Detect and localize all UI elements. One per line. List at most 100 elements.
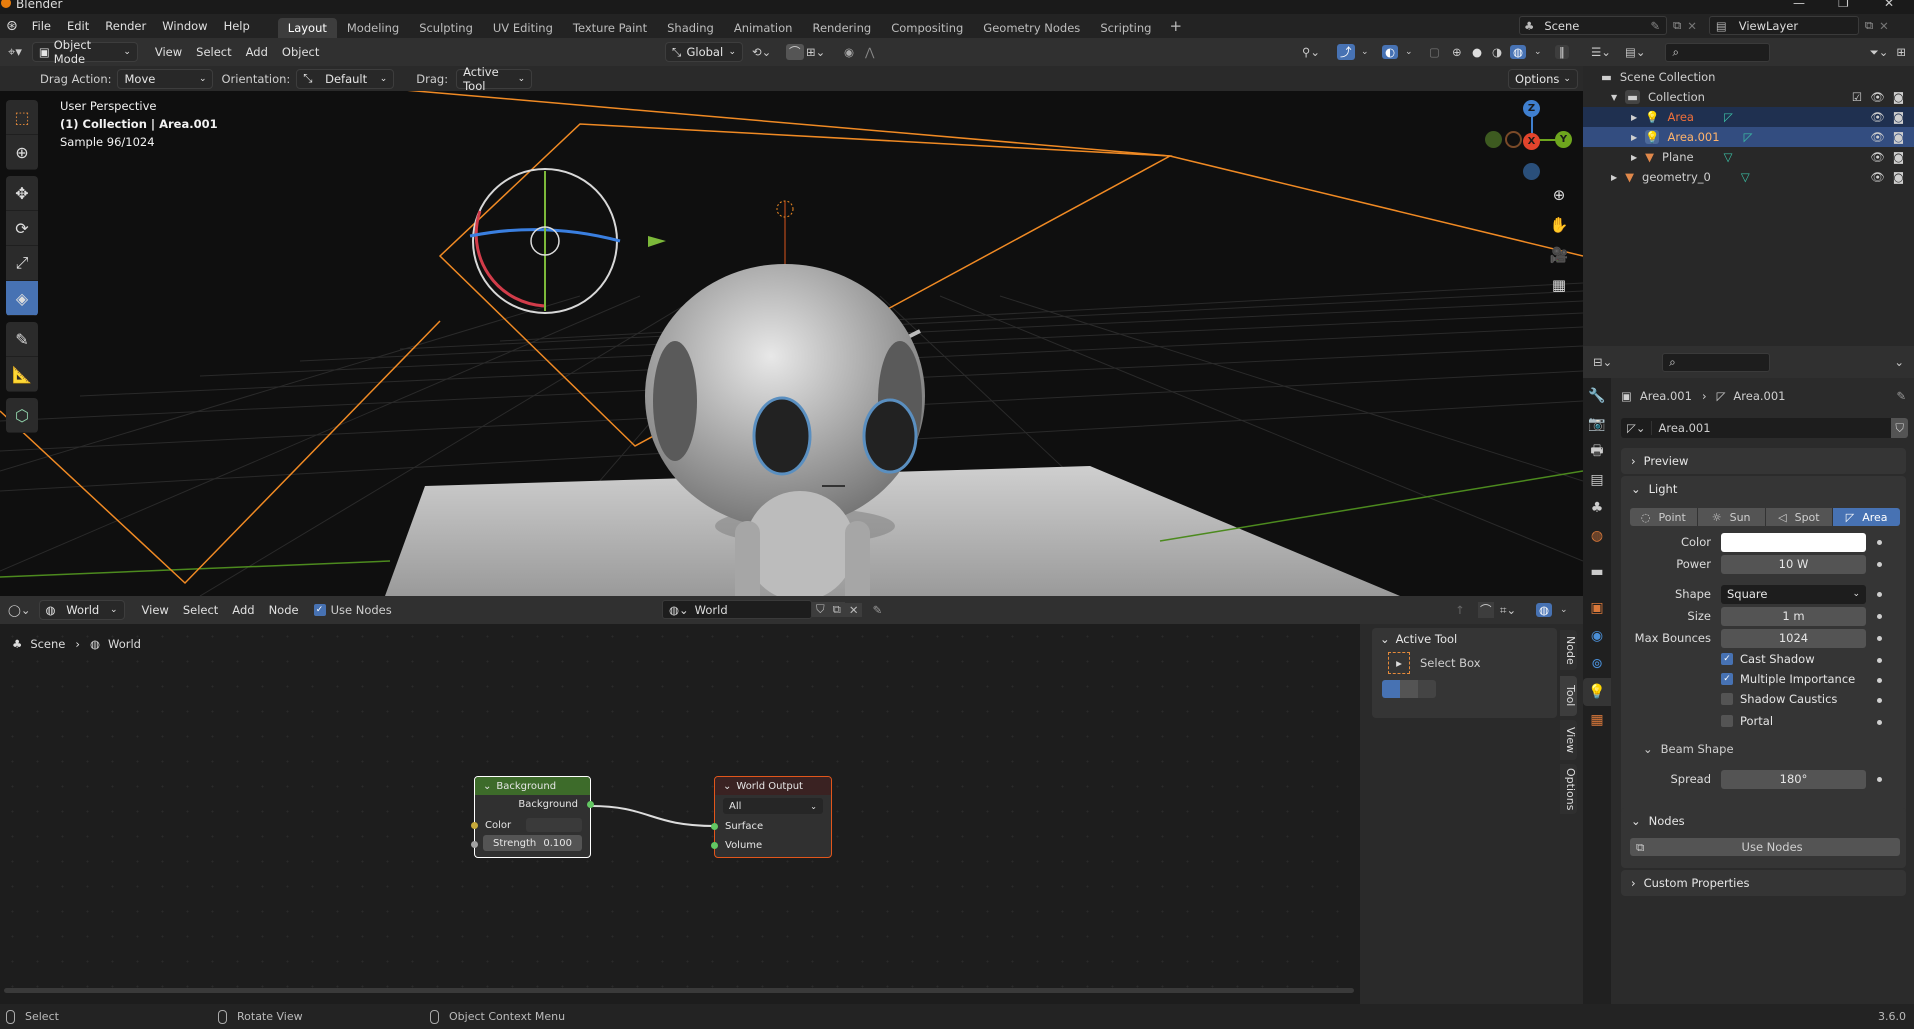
annotate-tool-icon[interactable]: ✎ [6, 322, 38, 357]
select-mode-subtract-icon[interactable] [1418, 680, 1436, 698]
visibility-icon[interactable]: 👁 [1870, 90, 1885, 104]
keyframe-dot[interactable] [1877, 678, 1882, 683]
keyframe-dot[interactable] [1877, 562, 1882, 567]
world-tab-icon[interactable]: ◍ [1583, 522, 1611, 550]
world-output-node-header[interactable]: ⌄ World Output [715, 777, 831, 795]
scale-tool-icon[interactable]: ⤢ [6, 246, 38, 281]
keyframe-dot[interactable] [1877, 777, 1882, 782]
background-output-socket[interactable] [587, 801, 594, 808]
sidebar-tab-view[interactable]: View [1560, 720, 1577, 760]
tool-tab-icon[interactable]: 🔧 [1583, 382, 1611, 410]
show-gizmo-icon[interactable]: ⚲⌄ [1302, 45, 1320, 59]
shader-editor-type-icon[interactable]: ◯⌄ [8, 603, 31, 617]
blender-menu-icon[interactable]: ⊛ [6, 18, 18, 34]
light-datablock-field[interactable]: ◸⌄ Area.001 ⛉ [1621, 418, 1908, 438]
keyframe-dot[interactable] [1877, 614, 1882, 619]
workspace-tab-layout[interactable]: Layout [277, 18, 337, 38]
viewport-menu-view[interactable]: View [148, 45, 189, 59]
sidebar-tab-options[interactable]: Options [1560, 764, 1577, 814]
orientation-dropdown[interactable]: ⤡ Default ⌄ [296, 68, 395, 89]
fake-user-icon[interactable]: ⛉ [1891, 418, 1908, 438]
maximize-icon[interactable]: ❐ [1838, 0, 1849, 10]
scene-selector[interactable]: ♣ Scene ✎ [1519, 16, 1667, 35]
outliner-item-area[interactable]: ▶ 💡 Area ◸ 👁 ◙ [1583, 107, 1914, 127]
editor-type-icon[interactable]: ⌖▾ [8, 45, 22, 60]
new-scene-icon[interactable]: ⧉ [1673, 18, 1681, 33]
delete-view-layer-icon[interactable]: ✕ [1879, 19, 1889, 33]
use-nodes-button[interactable]: ⧉ Use Nodes [1630, 838, 1900, 856]
measure-tool-icon[interactable]: 📐 [6, 357, 38, 392]
output-tab-icon[interactable]: 🖶 [1583, 438, 1611, 466]
light-panel-header[interactable]: ⌄ Light [1621, 476, 1906, 502]
keyframe-dot[interactable] [1877, 698, 1882, 703]
rotate-tool-icon[interactable]: ⟳ [6, 211, 38, 246]
overlays-dropdown-icon[interactable]: ⌄ [1361, 47, 1369, 57]
scene-tab-icon[interactable]: ♣ [1583, 494, 1611, 522]
horizontal-scrollbar[interactable] [4, 988, 1354, 993]
outliner-item-plane[interactable]: ▶ ▼ Plane ▽ 👁 ◙ [1583, 147, 1914, 167]
properties-search-input[interactable]: ⌕ [1662, 352, 1771, 372]
surface-input-socket[interactable] [711, 823, 718, 830]
nodes-panel-header[interactable]: ⌄ Nodes [1621, 808, 1906, 834]
show-overlays-icon[interactable]: ⤴ [1337, 44, 1355, 60]
background-node[interactable]: ⌄ Background Background Color Strength 0.… [471, 776, 594, 858]
keyframe-dot[interactable] [1877, 658, 1882, 663]
node-menu-node[interactable]: Node [262, 603, 306, 617]
drag-action-dropdown[interactable]: Move ⌄ [117, 68, 214, 89]
pause-render-icon[interactable]: ‖ [1555, 45, 1569, 59]
display-mode-icon[interactable]: ▤⌄ [1625, 45, 1646, 59]
move-tool-icon[interactable]: ✥ [6, 176, 38, 211]
pan-view-icon[interactable]: ✋ [1549, 216, 1569, 236]
transform-orientation-dropdown[interactable]: ⤡ Global ⌄ [665, 42, 743, 62]
workspace-tab-geometry-nodes[interactable]: Geometry Nodes [973, 18, 1090, 38]
cast-shadow-checkbox[interactable]: ✓ Cast Shadow [1721, 652, 1815, 666]
texture-tab-icon[interactable]: ▦ [1583, 706, 1611, 734]
light-browse-icon[interactable]: ◸⌄ [1621, 421, 1653, 435]
sidebar-tab-node[interactable]: Node [1560, 630, 1577, 670]
node-snap-icon[interactable]: ⌒ [1478, 602, 1494, 618]
perspective-toggle-icon[interactable]: ▦ [1549, 276, 1569, 296]
light-type-sun[interactable]: ☼ Sun [1697, 508, 1766, 526]
gizmo-neg-y-axis[interactable] [1485, 131, 1502, 148]
expand-icon[interactable]: ▶ [1631, 133, 1637, 142]
node-overlays-dropdown-icon[interactable]: ⌄ [1560, 605, 1568, 615]
render-tab-icon[interactable]: 📷 [1583, 410, 1611, 438]
object-tab-icon[interactable]: ▣ [1583, 594, 1611, 622]
unlink-world-icon[interactable]: ✕ [844, 602, 863, 617]
expand-icon[interactable]: ▼ [1611, 93, 1617, 102]
xray-icon[interactable]: ◐ [1382, 45, 1399, 59]
keyframe-dot[interactable] [1877, 636, 1882, 641]
outliner-search-input[interactable]: ⌕ [1665, 42, 1771, 62]
visibility-icon[interactable]: 👁 [1870, 150, 1885, 164]
expand-icon[interactable]: ▶ [1631, 113, 1637, 122]
shading-dropdown-icon[interactable]: ⌄ [1534, 47, 1542, 57]
volume-input-socket[interactable] [711, 842, 718, 849]
falloff-icon[interactable]: ⋀ [865, 45, 874, 59]
menu-render[interactable]: Render [97, 19, 154, 33]
light-color-swatch[interactable] [1721, 533, 1866, 552]
select-mode-new-icon[interactable] [1382, 680, 1400, 698]
menu-edit[interactable]: Edit [59, 19, 97, 33]
close-icon[interactable]: ✕ [1884, 0, 1894, 10]
node-snap-target-icon[interactable]: ⌗⌄ [1500, 603, 1516, 618]
menu-window[interactable]: Window [154, 19, 215, 33]
shape-dropdown[interactable]: Square ⌄ [1721, 585, 1866, 604]
workspace-tab-modeling[interactable]: Modeling [337, 18, 409, 38]
viewport-menu-select[interactable]: Select [189, 45, 238, 59]
properties-options-icon[interactable]: ⌄ [1894, 355, 1904, 369]
new-world-icon[interactable]: ⧉ [828, 602, 845, 617]
fake-user-icon[interactable]: ⛉ [812, 602, 829, 617]
toggle-xray-icon[interactable]: ▢ [1429, 45, 1440, 59]
object-mode-dropdown[interactable]: ▣ Object Mode ⌄ [31, 38, 138, 66]
workspace-tab-texture-paint[interactable]: Texture Paint [563, 18, 657, 38]
render-icon[interactable]: ◙ [1893, 110, 1904, 124]
color-input-swatch[interactable] [526, 818, 582, 832]
material-shading-icon[interactable]: ◑ [1492, 45, 1502, 59]
viewport-menu-object[interactable]: Object [275, 45, 326, 59]
world-datablock-field[interactable]: ◍⌄ World [662, 600, 812, 619]
color-input-socket[interactable] [471, 822, 478, 829]
workspace-tab-shading[interactable]: Shading [657, 18, 724, 38]
properties-editor-type-icon[interactable]: ⊟⌄ [1593, 355, 1612, 369]
outliner-item-geometry-0[interactable]: ▶ ▼ geometry_0 ▽ 👁 ◙ [1583, 167, 1914, 187]
world-output-node[interactable]: ⌄ World Output All ⌄ Surface Volume [711, 776, 832, 858]
